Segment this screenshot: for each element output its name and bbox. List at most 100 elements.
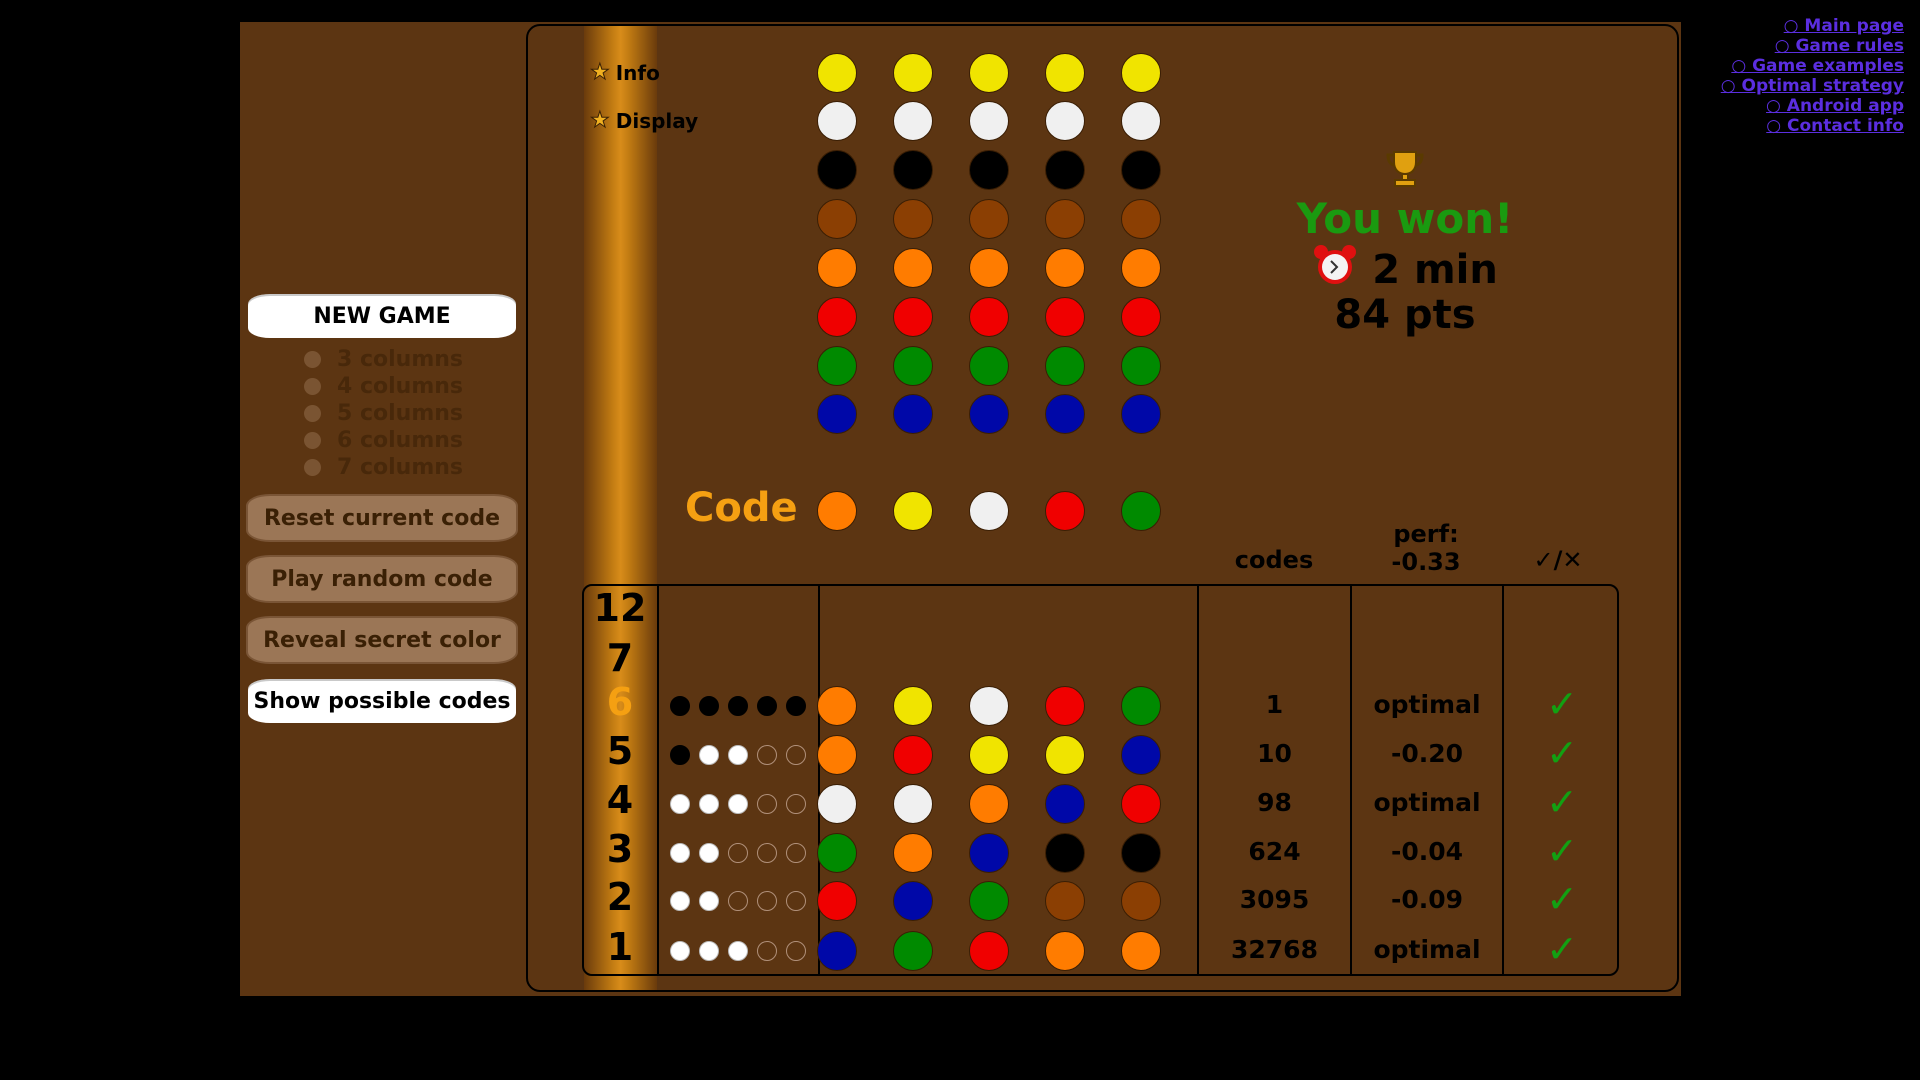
palette-peg-yellow[interactable] xyxy=(817,53,857,93)
row-number: 7 xyxy=(606,636,634,680)
column-option-4[interactable]: 4 columns xyxy=(304,373,463,400)
palette-peg-white[interactable] xyxy=(1045,101,1085,141)
palette-peg-black[interactable] xyxy=(1045,150,1085,190)
palette-peg-green[interactable] xyxy=(893,346,933,386)
show-possible-codes-button[interactable]: Show possible codes xyxy=(246,677,518,725)
palette-peg-white[interactable] xyxy=(893,101,933,141)
palette-peg-black[interactable] xyxy=(817,150,857,190)
table-divider xyxy=(1197,584,1199,976)
guess-peg-brown xyxy=(1121,881,1161,921)
feedback-peg-empty xyxy=(757,745,777,765)
check-icon: ✓ xyxy=(1546,877,1578,921)
check-icon: ✓ xyxy=(1546,682,1578,726)
table-divider xyxy=(657,584,659,976)
radio-icon xyxy=(304,432,321,449)
palette-peg-blue[interactable] xyxy=(1045,394,1085,434)
palette-peg-blue[interactable] xyxy=(1121,394,1161,434)
palette-peg-green[interactable] xyxy=(969,346,1009,386)
palette-peg-red[interactable] xyxy=(1121,297,1161,337)
palette-peg-yellow[interactable] xyxy=(969,53,1009,93)
star-icon: ★ xyxy=(590,60,611,86)
reveal-color-button[interactable]: Reveal secret color xyxy=(246,616,518,664)
feedback-peg-white xyxy=(728,794,748,814)
palette-peg-blue[interactable] xyxy=(817,394,857,434)
column-option-6[interactable]: 6 columns xyxy=(304,427,463,454)
guess-peg-red xyxy=(1121,784,1161,824)
display-menu[interactable]: ★ Display xyxy=(590,108,699,134)
palette-peg-yellow[interactable] xyxy=(893,53,933,93)
palette-peg-brown[interactable] xyxy=(1121,199,1161,239)
palette-peg-green[interactable] xyxy=(1045,346,1085,386)
new-game-button[interactable]: NEW GAME xyxy=(246,292,518,340)
palette-peg-red[interactable] xyxy=(893,297,933,337)
column-option-5[interactable]: 5 columns xyxy=(304,400,463,427)
feedback-peg-white xyxy=(670,941,690,961)
reset-code-button[interactable]: Reset current code xyxy=(246,494,518,542)
guess-peg-orange xyxy=(1045,931,1085,971)
code-peg-yellow xyxy=(893,491,933,531)
palette-peg-orange[interactable] xyxy=(817,248,857,288)
palette-peg-red[interactable] xyxy=(969,297,1009,337)
feedback-peg-empty xyxy=(786,843,806,863)
palette-peg-blue[interactable] xyxy=(969,394,1009,434)
nav-link-android-app[interactable]: ○ Android app xyxy=(1721,96,1904,116)
palette-peg-black[interactable] xyxy=(969,150,1009,190)
guess-peg-yellow xyxy=(893,686,933,726)
guess-peg-green xyxy=(969,881,1009,921)
palette-peg-orange[interactable] xyxy=(893,248,933,288)
feedback-peg-white xyxy=(670,843,690,863)
codes-count: 624 xyxy=(1248,837,1301,866)
palette-peg-orange[interactable] xyxy=(1121,248,1161,288)
feedback-peg-empty xyxy=(786,941,806,961)
palette-peg-red[interactable] xyxy=(1045,297,1085,337)
random-code-button[interactable]: Play random code xyxy=(246,555,518,603)
palette-peg-brown[interactable] xyxy=(817,199,857,239)
code-peg-green xyxy=(1121,491,1161,531)
guess-peg-yellow xyxy=(969,735,1009,775)
guess-peg-blue xyxy=(893,881,933,921)
guess-peg-white xyxy=(969,686,1009,726)
palette-peg-green[interactable] xyxy=(817,346,857,386)
palette-peg-black[interactable] xyxy=(893,150,933,190)
feedback-peg-empty xyxy=(757,891,777,911)
palette-peg-white[interactable] xyxy=(817,101,857,141)
feedback-peg-white xyxy=(728,745,748,765)
palette-peg-white[interactable] xyxy=(1121,101,1161,141)
column-option-7[interactable]: 7 columns xyxy=(304,454,463,481)
guess-peg-orange xyxy=(893,833,933,873)
nav-link-game-rules[interactable]: ○ Game rules xyxy=(1721,36,1904,56)
palette-peg-brown[interactable] xyxy=(1045,199,1085,239)
palette-peg-orange[interactable] xyxy=(969,248,1009,288)
palette-peg-black[interactable] xyxy=(1121,150,1161,190)
guess-peg-blue xyxy=(1045,784,1085,824)
perf-value: optimal xyxy=(1373,690,1481,719)
palette-peg-yellow[interactable] xyxy=(1045,53,1085,93)
guess-peg-green xyxy=(817,833,857,873)
win-message: You won! xyxy=(1296,194,1514,243)
guess-peg-blue xyxy=(969,833,1009,873)
palette-peg-red[interactable] xyxy=(817,297,857,337)
palette-peg-brown[interactable] xyxy=(969,199,1009,239)
nav-link-game-examples[interactable]: ○ Game examples xyxy=(1721,56,1904,76)
radio-icon xyxy=(304,459,321,476)
palette-peg-orange[interactable] xyxy=(1045,248,1085,288)
nav-link-main-page[interactable]: ○ Main page xyxy=(1721,16,1904,36)
feedback-peg-empty xyxy=(786,891,806,911)
feedback-peg-black xyxy=(670,745,690,765)
palette-peg-brown[interactable] xyxy=(893,199,933,239)
palette-peg-green[interactable] xyxy=(1121,346,1161,386)
palette-peg-yellow[interactable] xyxy=(1121,53,1161,93)
palette-peg-white[interactable] xyxy=(969,101,1009,141)
column-option-3[interactable]: 3 columns xyxy=(304,346,463,373)
table-divider xyxy=(1502,584,1504,976)
nav-link-optimal-strategy[interactable]: ○ Optimal strategy xyxy=(1721,76,1904,96)
check-header: ✓/✕ xyxy=(1533,546,1583,574)
nav-link-contact-info[interactable]: ○ Contact info xyxy=(1721,116,1904,136)
code-label: Code xyxy=(685,485,798,531)
row-number: 12 xyxy=(593,586,647,630)
guess-peg-orange xyxy=(1121,931,1161,971)
guess-peg-red xyxy=(893,735,933,775)
feedback-peg-empty xyxy=(757,941,777,961)
palette-peg-blue[interactable] xyxy=(893,394,933,434)
info-menu[interactable]: ★ Info xyxy=(590,60,660,86)
